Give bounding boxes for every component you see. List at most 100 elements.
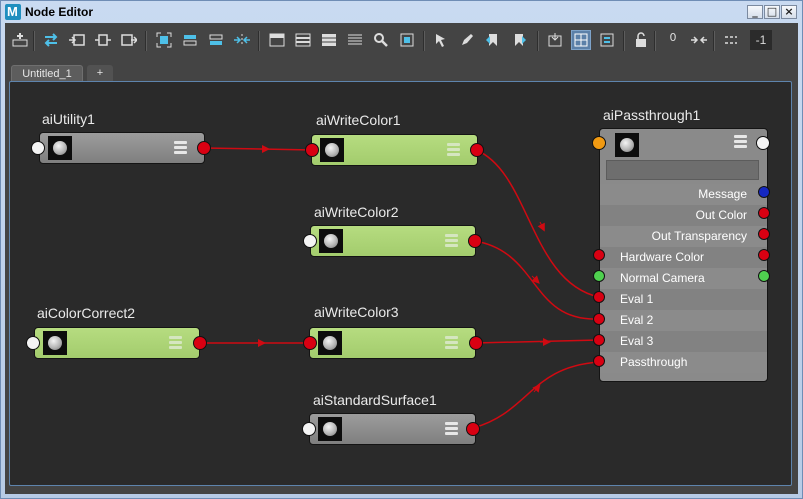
input-port-passthrough[interactable] <box>593 355 605 367</box>
output-port-hardware-color[interactable] <box>758 249 770 261</box>
shader-swatch-icon <box>318 417 342 441</box>
output-port-message[interactable] <box>758 186 770 198</box>
input-port[interactable] <box>31 141 45 155</box>
input-port-normal-camera[interactable] <box>593 270 605 282</box>
wire-writecolor1-eval1 <box>475 149 600 298</box>
node-aiutility1[interactable] <box>39 132 205 164</box>
output-port[interactable] <box>466 422 480 436</box>
maximize-button[interactable]: □ <box>764 5 780 19</box>
node-aiwritecolor2[interactable] <box>310 225 476 257</box>
node-title-aipassthrough1: aiPassthrough1 <box>603 107 701 123</box>
frame-node-icon[interactable] <box>206 30 226 50</box>
input-connections-icon[interactable] <box>67 30 87 50</box>
output-port-normal-camera[interactable] <box>758 270 770 282</box>
shader-swatch-icon <box>320 138 344 162</box>
node-aistandardsurface1[interactable] <box>309 413 476 445</box>
output-port[interactable] <box>193 336 207 350</box>
depth-field[interactable]: -1 <box>750 30 772 50</box>
input-port-eval-1[interactable] <box>593 291 605 303</box>
shader-swatch-icon <box>43 331 67 355</box>
output-port[interactable] <box>756 136 770 150</box>
add-node-icon[interactable] <box>10 30 30 50</box>
input-port-hardware-color[interactable] <box>593 249 605 261</box>
wire-writecolor3-eval3 <box>474 339 600 344</box>
menu-icon[interactable] <box>445 336 458 349</box>
bookmark-prev-icon[interactable] <box>483 30 503 50</box>
toolbar-separator <box>713 31 715 51</box>
input-port[interactable] <box>26 336 40 350</box>
input-port-eval-3[interactable] <box>593 334 605 346</box>
node-aipassthrough1[interactable]: Message Out Color Out Transparency Hardw… <box>599 128 768 382</box>
sort-icon[interactable] <box>721 30 741 50</box>
node-aiwritecolor3[interactable] <box>309 327 476 359</box>
output-port[interactable] <box>197 141 211 155</box>
menu-icon[interactable] <box>447 143 460 156</box>
attr-eval-2: Eval 2 <box>600 310 767 331</box>
attr-passthrough: Passthrough <box>600 352 767 373</box>
input-port[interactable] <box>592 136 606 150</box>
window-title: Node Editor <box>25 5 93 19</box>
menu-icon[interactable] <box>734 135 747 148</box>
new-tab-button[interactable]: + <box>87 65 113 82</box>
menu-icon[interactable] <box>445 234 458 247</box>
search-icon[interactable] <box>371 30 391 50</box>
simple-mode-icon[interactable] <box>267 30 287 50</box>
custom-mode-icon[interactable] <box>345 30 365 50</box>
bookmark-next-icon[interactable] <box>509 30 529 50</box>
shader-swatch-icon <box>319 229 343 253</box>
port-add-icon[interactable] <box>689 30 709 50</box>
node-name-field[interactable] <box>606 160 759 180</box>
menu-icon[interactable] <box>174 141 187 154</box>
attribute-filter-icon[interactable] <box>597 30 617 50</box>
close-button[interactable]: × <box>781 5 797 19</box>
node-graph-canvas[interactable]: aiUtility1 aiWriteColor1 aiWriteColor2 a… <box>9 81 792 486</box>
node-aiwritecolor1[interactable] <box>311 134 478 166</box>
lock-icon[interactable] <box>631 30 651 50</box>
swap-icon[interactable] <box>41 30 61 50</box>
node-title-aiwritecolor3: aiWriteColor3 <box>314 304 399 320</box>
attr-eval-3: Eval 3 <box>600 331 767 352</box>
toolbar-separator <box>537 31 539 51</box>
toolbar-separator <box>654 31 656 51</box>
node-title-aicolorcorrect2: aiColorCorrect2 <box>37 305 136 321</box>
node-title-aiwritecolor2: aiWriteColor2 <box>314 204 399 220</box>
tab-bar: Untitled_1 + <box>5 64 798 82</box>
snap-icon[interactable] <box>545 30 565 50</box>
attr-message: Message <box>600 184 767 205</box>
menu-icon[interactable] <box>445 422 458 435</box>
full-mode-icon[interactable] <box>319 30 339 50</box>
output-port-out-transparency[interactable] <box>758 228 770 240</box>
attr-eval-1: Eval 1 <box>600 289 767 310</box>
frame-all-icon[interactable] <box>154 30 174 50</box>
attr-normal-camera: Normal Camera <box>600 268 767 289</box>
frame-selected-icon[interactable] <box>180 30 200 50</box>
layout-icon[interactable] <box>232 30 252 50</box>
maya-icon <box>5 4 21 20</box>
input-port[interactable] <box>303 336 317 350</box>
pen-icon[interactable] <box>457 30 477 50</box>
input-port-eval-2[interactable] <box>593 313 605 325</box>
tab-untitled-1[interactable]: Untitled_1 <box>11 65 83 82</box>
minimize-button[interactable]: _ <box>747 5 763 19</box>
node-aicolorcorrect2[interactable] <box>34 327 200 359</box>
node-editor-window: Node Editor _ □ × <box>0 0 803 499</box>
title-bar: Node Editor _ □ × <box>1 1 802 23</box>
toolbar-separator <box>33 31 35 51</box>
graph-icon[interactable] <box>397 30 417 50</box>
input-port[interactable] <box>303 234 317 248</box>
output-port[interactable] <box>469 336 483 350</box>
node-title-aiutility1: aiUtility1 <box>42 111 95 127</box>
input-port[interactable] <box>302 422 316 436</box>
input-output-connections-icon[interactable] <box>93 30 113 50</box>
output-port[interactable] <box>470 143 484 157</box>
connected-mode-icon[interactable] <box>293 30 313 50</box>
output-connections-icon[interactable] <box>119 30 139 50</box>
pin-icon[interactable] <box>431 30 451 50</box>
output-port-out-color[interactable] <box>758 207 770 219</box>
input-port[interactable] <box>305 143 319 157</box>
menu-icon[interactable] <box>169 336 182 349</box>
toolbar-separator <box>623 31 625 51</box>
port-zero-icon[interactable]: 0 <box>663 30 683 50</box>
grid-toggle-icon[interactable] <box>571 30 591 50</box>
output-port[interactable] <box>468 234 482 248</box>
